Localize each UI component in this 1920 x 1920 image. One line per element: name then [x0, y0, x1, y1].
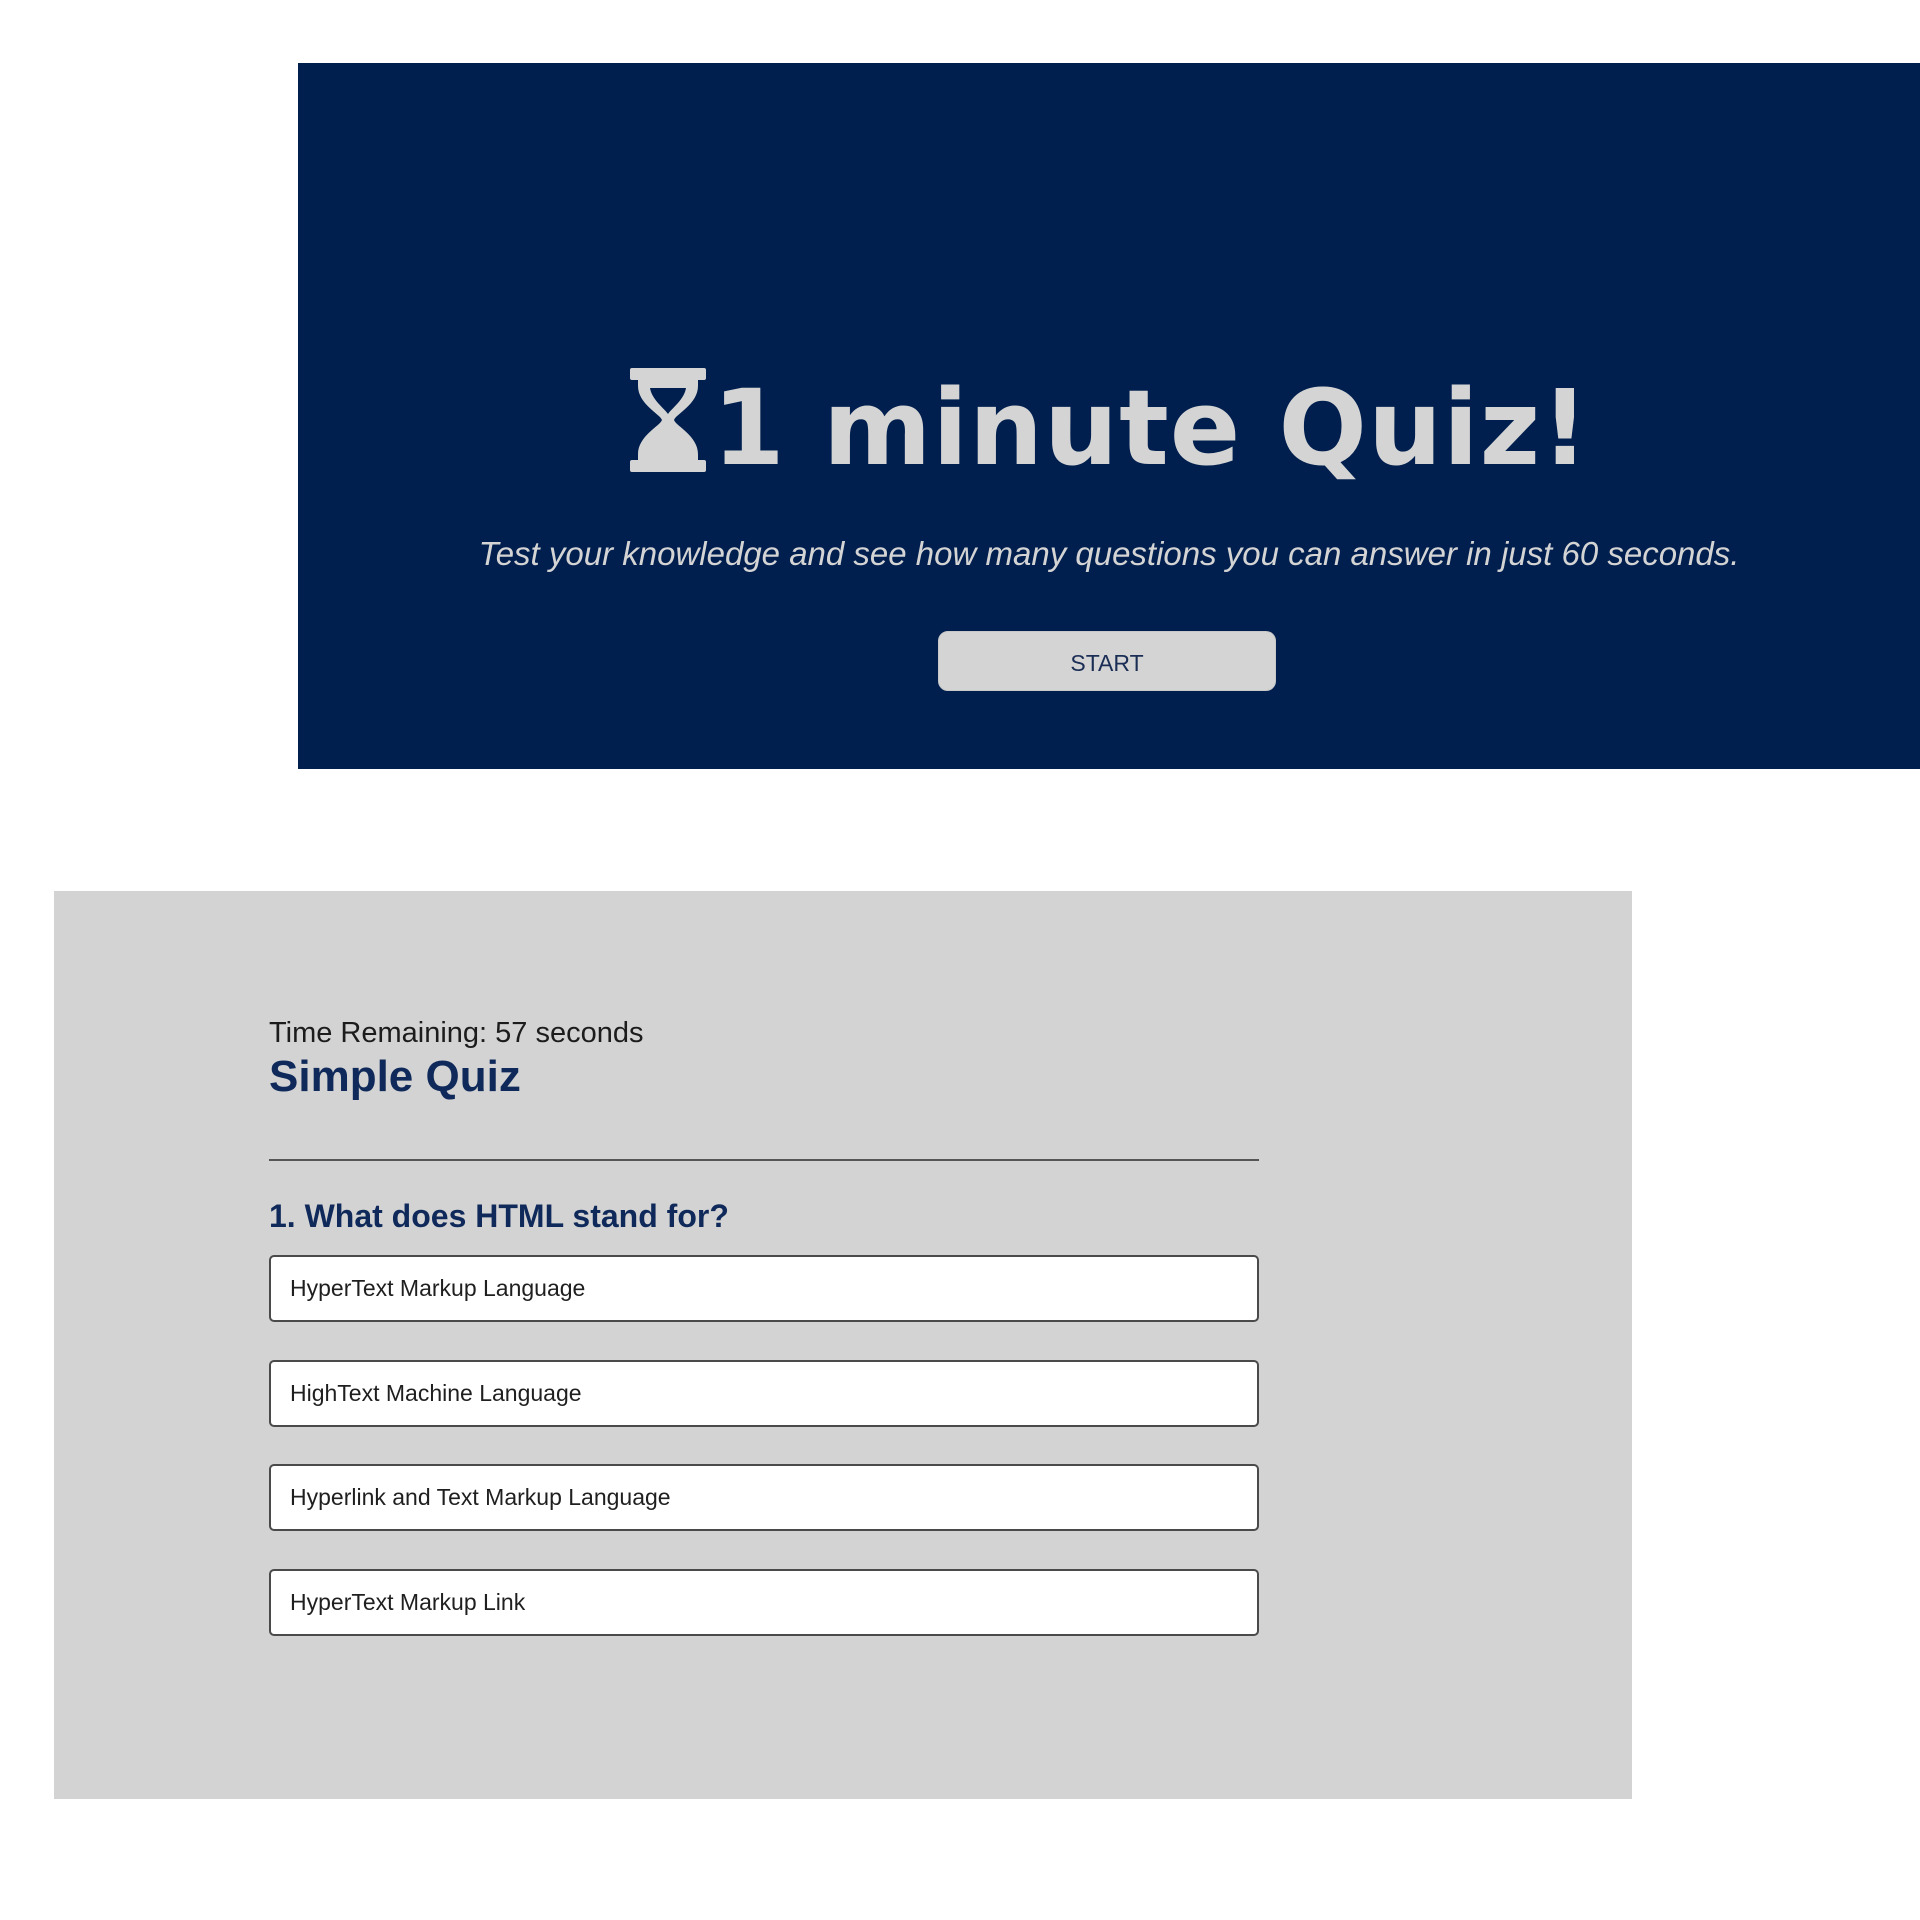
- intro-title-row: 1 minute Quiz!: [298, 368, 1920, 480]
- hourglass-icon: [630, 368, 707, 472]
- quiz-title: Simple Quiz: [269, 1052, 521, 1101]
- intro-subtitle: Test your knowledge and see how many que…: [478, 535, 1740, 572]
- answer-option[interactable]: HyperText Markup Language: [269, 1255, 1259, 1322]
- divider: [269, 1159, 1259, 1161]
- answer-option[interactable]: Hyperlink and Text Markup Language: [269, 1464, 1259, 1531]
- question-text: 1. What does HTML stand for?: [269, 1198, 729, 1234]
- quiz-panel: Time Remaining: 57 seconds Simple Quiz 1…: [54, 891, 1632, 1799]
- intro-panel: 1 minute Quiz! Test your knowledge and s…: [298, 63, 1920, 769]
- answer-option[interactable]: HyperText Markup Link: [269, 1569, 1259, 1636]
- start-button[interactable]: START: [938, 631, 1276, 691]
- time-remaining: Time Remaining: 57 seconds: [269, 1017, 644, 1049]
- intro-title: 1 minute Quiz!: [712, 367, 1590, 489]
- answer-option[interactable]: HighText Machine Language: [269, 1360, 1259, 1427]
- page: 1 minute Quiz! Test your knowledge and s…: [0, 0, 1920, 1920]
